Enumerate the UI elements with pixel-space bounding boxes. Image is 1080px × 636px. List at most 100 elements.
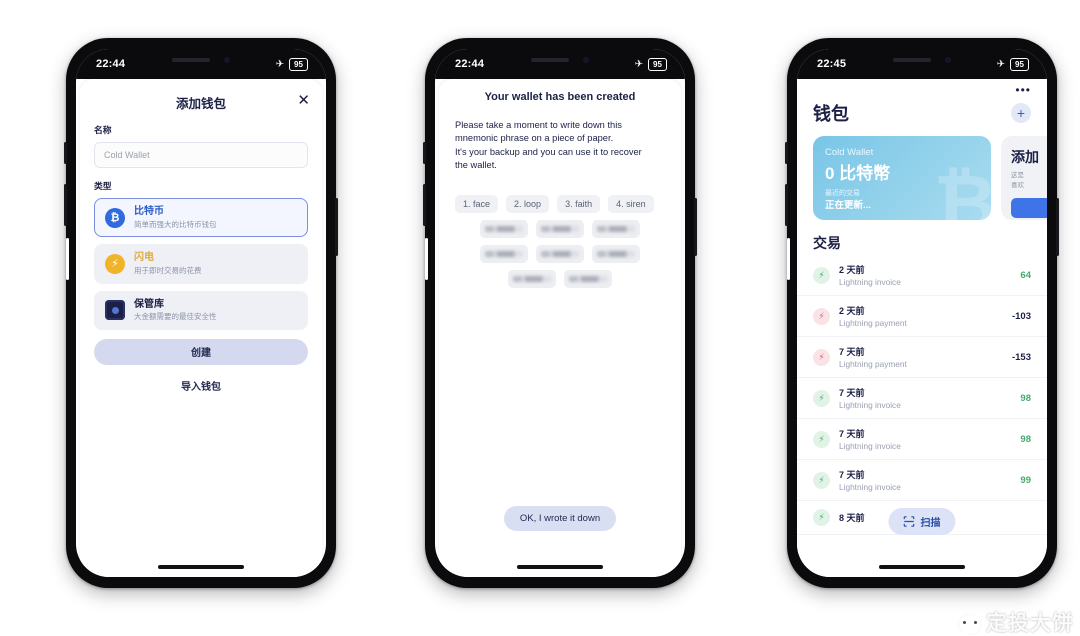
camera-icon (224, 57, 230, 63)
wallet-type-option-bitcoin[interactable]: ₿ 比特币 简单而强大的比特币钱包 (94, 198, 308, 238)
mnemonic-word: 1. face (455, 194, 499, 213)
add-wallet-button[interactable]: + (1011, 103, 1031, 123)
wechat-icon (959, 615, 981, 636)
phone3-volume-up-button[interactable] (785, 184, 788, 226)
mnemonic-word-hidden (592, 244, 640, 263)
scan-icon (903, 516, 915, 527)
wallet-card-carousel[interactable]: ₿ Cold Wallet 0 比特幣 最近的交易 正在更新... 添加 这是喜… (797, 126, 1047, 220)
option-title: 保管库 (134, 298, 164, 310)
wrote-it-down-button[interactable]: OK, I wrote it down (503, 506, 617, 531)
speaker-icon (893, 58, 931, 62)
camera-icon (945, 57, 951, 63)
sheet-header: 添加钱包 ✕ (80, 85, 322, 119)
home-indicator[interactable] (517, 565, 603, 569)
type-field-label: 类型 (94, 181, 112, 191)
mnemonic-word: 4. siren (608, 194, 654, 213)
watermark-text: 定投大饼 (986, 612, 1074, 635)
close-icon[interactable]: ✕ (297, 93, 310, 108)
table-row[interactable]: ⚡ 7 天前 Lightning invoice 98 (797, 378, 1047, 419)
screenshot-stage: 22:44 ✈ 95 添加钱包 ✕ 名称 Cold Wallet 类型 ₿ 比特… (0, 0, 1080, 636)
import-wallet-link[interactable]: 导入钱包 (94, 378, 308, 393)
table-row[interactable]: ⚡ 7 天前 Lightning payment -153 (797, 337, 1047, 378)
transaction-amount: -153 (1011, 351, 1031, 363)
transaction-amount: 64 (1020, 269, 1031, 281)
mnemonic-word-hidden (592, 219, 640, 238)
transaction-type: Lightning invoice (839, 400, 901, 410)
phone1-volume-down-button[interactable] (66, 238, 69, 280)
instructions-text: Please take a moment to write down this … (455, 120, 642, 171)
phone2-notch (507, 49, 613, 71)
status-indicators: ✈ 95 (635, 57, 667, 71)
option-description: 用于即时交易的花费 (134, 265, 202, 275)
mnemonic-word-hidden (480, 244, 528, 263)
wallet-type-option-vault[interactable]: 保管库 大金额需要的最佳安全性 (94, 290, 308, 330)
phone2-mute-switch[interactable] (423, 142, 426, 164)
transaction-text: 7 天前 Lightning invoice (839, 427, 1020, 451)
phone3-notch (869, 49, 975, 71)
phone2-volume-up-button[interactable] (423, 184, 426, 226)
transaction-type: Lightning invoice (839, 277, 901, 287)
transaction-amount: 98 (1020, 392, 1031, 404)
wallet-card-recent-status: 正在更新... (825, 200, 871, 211)
mnemonic-word: 2. loop (506, 194, 550, 213)
table-row[interactable]: ⚡ 2 天前 Lightning payment -103 (797, 296, 1047, 337)
battery-indicator: 95 (1010, 57, 1029, 71)
mnemonic-word-hidden (480, 219, 528, 238)
vault-icon (105, 300, 125, 321)
transaction-date: 7 天前 (839, 388, 865, 398)
scan-button[interactable]: 扫描 (888, 508, 956, 535)
table-row[interactable]: ⚡ 7 天前 Lightning invoice 99 (797, 460, 1047, 501)
mnemonic-word: 3. faith (557, 194, 601, 213)
phone1-screen: 22:44 ✈ 95 添加钱包 ✕ 名称 Cold Wallet 类型 ₿ 比特… (76, 49, 326, 577)
mnemonic-word-row-1: 1. face 2. loop 3. faith 4. siren (455, 194, 665, 213)
option-text: 闪电 用于即时交易的花费 (134, 252, 202, 275)
transaction-date: 7 天前 (839, 470, 865, 480)
phone2-screen: 22:44 ✈ 95 Your wallet has been created … (435, 49, 685, 577)
wallet-card-name: Cold Wallet (825, 147, 874, 158)
airplane-icon: ✈ (275, 58, 284, 70)
table-row[interactable]: ⚡ 2 天前 Lightning invoice 64 (797, 255, 1047, 296)
phone3-screen: 22:45 ✈ 95 ••• 钱包 + ₿ Cold Wallet 0 比特幣 (797, 49, 1047, 577)
sheet-body: 名称 Cold Wallet 类型 ₿ 比特币 简单而强大的比特币钱包 ⚡ 闪电 (80, 119, 322, 393)
create-button[interactable]: 创建 (94, 338, 308, 365)
option-text: 保管库 大金额需要的最佳安全性 (134, 299, 217, 322)
mnemonic-word-hidden (508, 269, 556, 288)
add-card-button[interactable] (1011, 197, 1047, 218)
phone2-power-button[interactable] (694, 198, 697, 256)
phone1-notch (148, 49, 254, 71)
transaction-amount: -103 (1011, 310, 1031, 322)
transaction-type: Lightning invoice (839, 441, 901, 451)
home-indicator[interactable] (158, 565, 244, 569)
phone3-mute-switch[interactable] (785, 142, 788, 164)
phone2-volume-down-button[interactable] (425, 238, 428, 280)
more-options-icon[interactable]: ••• (797, 79, 1047, 96)
phone1-mute-switch[interactable] (64, 142, 67, 164)
mnemonic-word-hidden (536, 219, 584, 238)
table-row[interactable]: ⚡ 7 天前 Lightning invoice 98 (797, 419, 1047, 460)
mnemonic-word-row-4 (455, 269, 665, 288)
wallet-name-input[interactable]: Cold Wallet (94, 142, 308, 168)
mnemonic-sheet: Your wallet has been created Please take… (439, 79, 681, 577)
transaction-date: 2 天前 (839, 265, 865, 275)
wallet-type-option-lightning[interactable]: ⚡ 闪电 用于即时交易的花费 (94, 244, 308, 284)
home-indicator[interactable] (879, 565, 965, 569)
lightning-out-icon: ⚡ (813, 307, 830, 325)
lightning-out-icon: ⚡ (813, 348, 830, 366)
add-wallet-sheet: 添加钱包 ✕ 名称 Cold Wallet 类型 ₿ 比特币 简单而强大的比特币… (80, 79, 322, 577)
phone3-power-button[interactable] (1056, 198, 1059, 256)
wallet-card-add[interactable]: 添加 这是 喜欢 (1001, 136, 1047, 220)
wallet-card-balance: 0 比特幣 (825, 164, 891, 183)
mnemonic-word-hidden (564, 269, 612, 288)
transaction-text: 7 天前 Lightning invoice (839, 468, 1020, 492)
add-card-description: 这是 喜欢 (1011, 172, 1024, 189)
mnemonic-body: Your wallet has been created Please take… (439, 79, 681, 288)
phone1-power-button[interactable] (335, 198, 338, 256)
speaker-icon (531, 58, 569, 62)
transaction-amount: 98 (1020, 433, 1031, 445)
status-time: 22:44 (455, 58, 485, 70)
wallet-card-cold[interactable]: ₿ Cold Wallet 0 比特幣 最近的交易 正在更新... (813, 136, 991, 220)
transactions-title: 交易 (813, 235, 841, 251)
phone3-volume-down-button[interactable] (787, 238, 790, 280)
phone1-volume-up-button[interactable] (64, 184, 67, 226)
lightning-in-icon: ⚡ (813, 430, 830, 448)
